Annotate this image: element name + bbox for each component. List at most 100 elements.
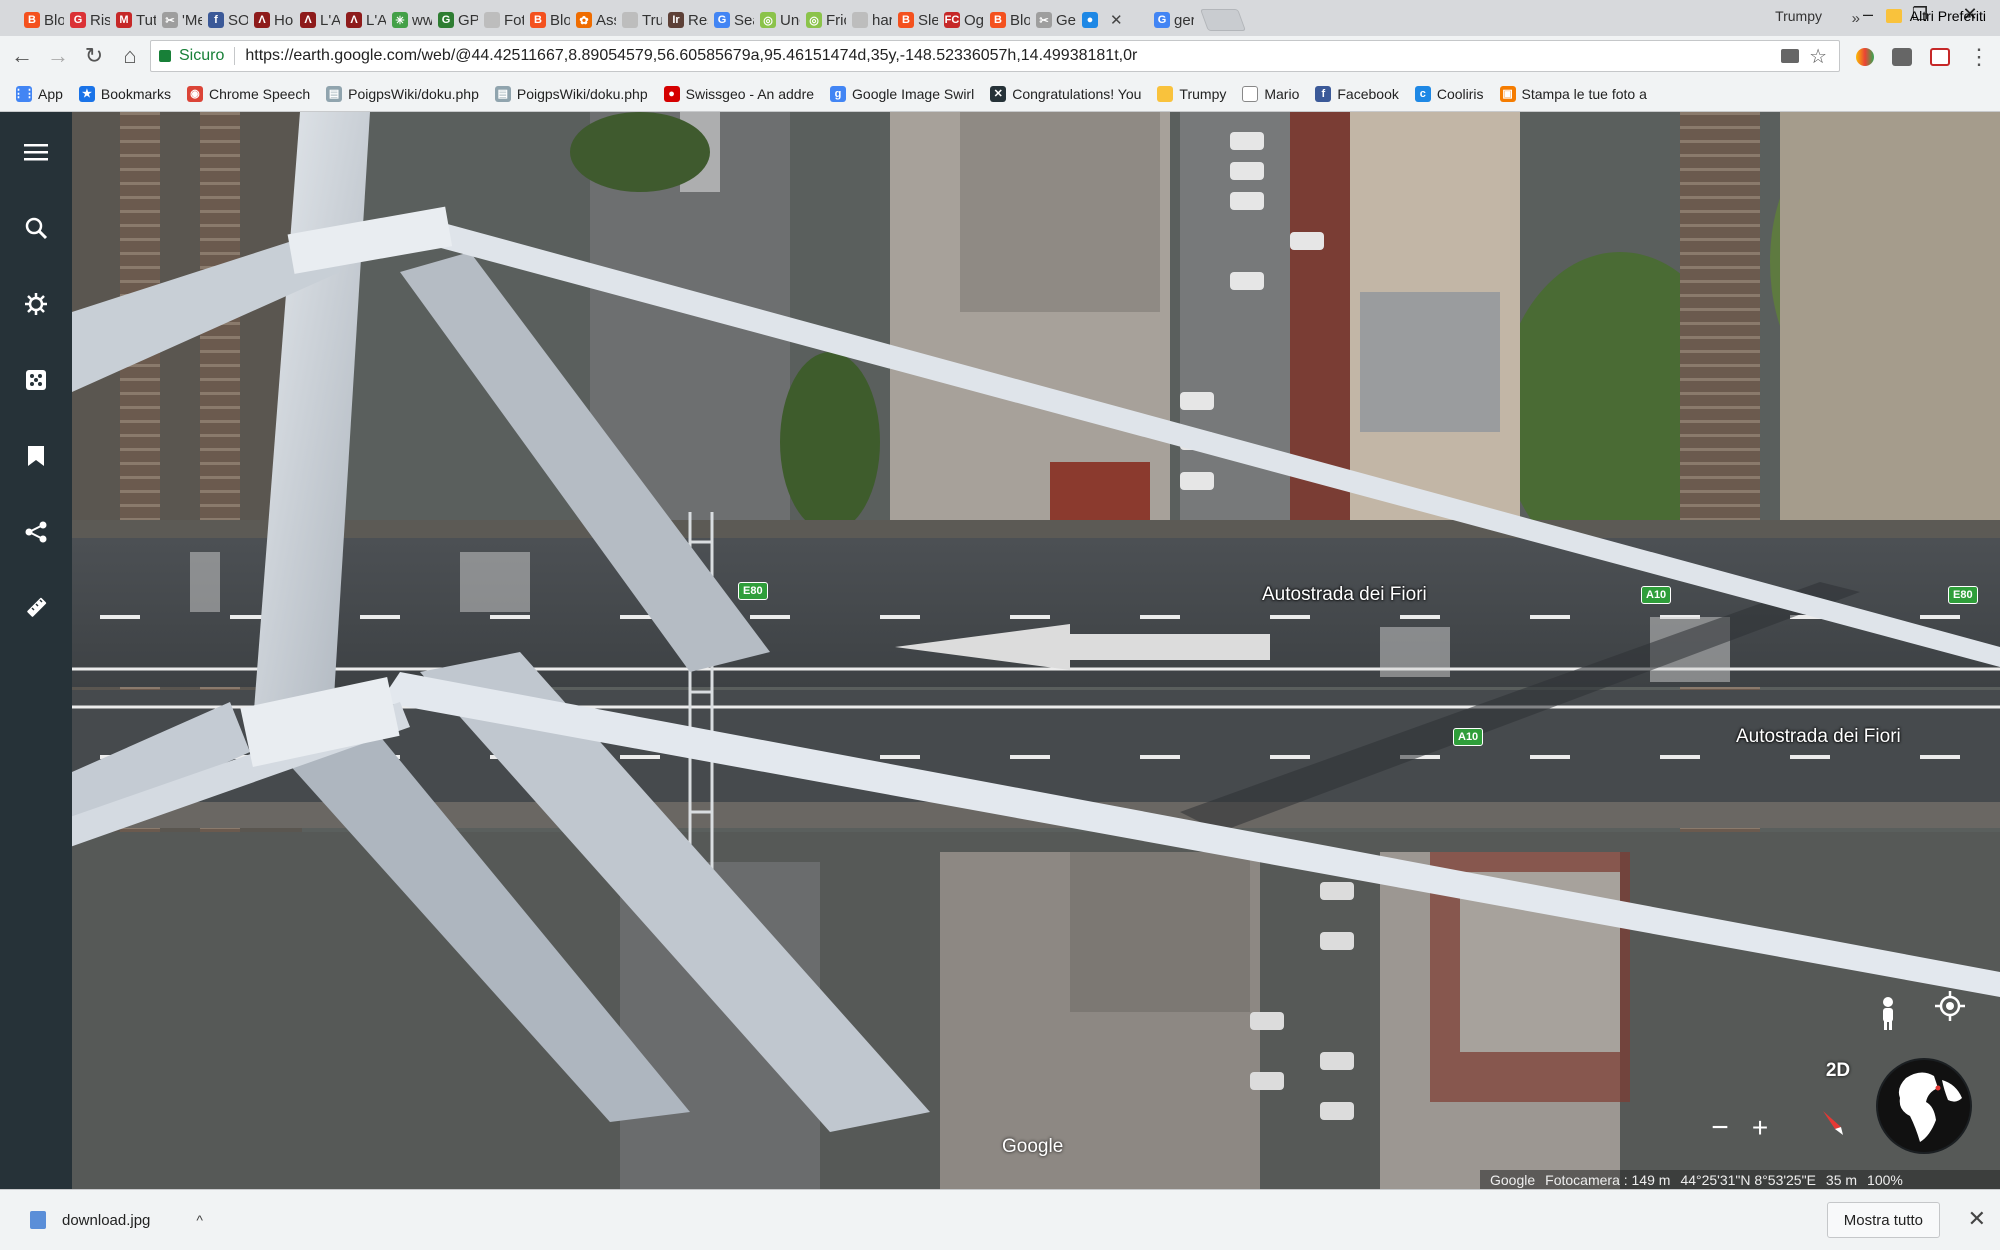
measure-icon[interactable] [22,594,50,622]
shield-a10-lower: A10 [1453,728,1484,746]
bookmark-star-icon[interactable]: ☆ [1809,44,1827,69]
home-icon[interactable]: ⌂ [116,42,144,70]
back-arrow-icon[interactable]: ← [8,42,36,70]
bookmark-item[interactable]: ⋮⋮ App [13,85,63,102]
x-icon: ✕ [990,85,1007,102]
google-icon: g [830,85,847,102]
my-location-icon[interactable] [1932,988,1968,1024]
chevron-up-icon[interactable]: ^ [196,1212,203,1228]
bookmark-item[interactable]: Trumpy [1157,85,1227,102]
zoom-out-button[interactable]: − [1702,1110,1738,1146]
bookmark-label: Facebook [1337,85,1399,102]
download-item[interactable]: download.jpg ^ [30,1211,203,1229]
other-bookmarks[interactable]: Altri Preferiti [1885,8,1986,24]
close-shelf-icon[interactable]: ✕ [1968,1206,1986,1232]
show-all-button[interactable]: Mostra tutto [1826,1202,1940,1238]
page-icon: ▤ [494,85,511,102]
extension-pocket-icon[interactable] [1930,48,1950,66]
menu-icon[interactable] [22,138,50,166]
bookmark-item[interactable]: f Facebook [1315,85,1399,102]
folder-icon [1885,9,1902,23]
tab-favicon-icon: ● [1082,12,1098,28]
road-label-autostrada-lower[interactable]: Autostrada dei Fiori [1736,726,1901,748]
bookmark-label: Cooliris [1436,85,1484,102]
lock-icon [159,50,171,62]
tab-favicon-icon: Ir [668,12,684,28]
tab-favicon-icon: B [898,12,914,28]
tab-favicon-icon: G [438,12,454,28]
reload-icon[interactable]: ↻ [80,42,108,70]
other-bookmarks-label: Altri Preferiti [1909,8,1986,24]
tab-favicon-icon: f [208,12,224,28]
bookmark-item[interactable]: ● Swissgeo - An addre [663,85,814,102]
globe-icon[interactable] [1876,1058,1972,1154]
search-icon[interactable] [22,214,50,242]
bookmark-label: Google Image Swirl [852,85,975,102]
tab-favicon-icon: M [116,12,132,28]
tab-favicon-icon: B [990,12,1006,28]
bookmark-label: Bookmarks [100,85,171,102]
camera-altitude: Fotocamera : 149 m [1545,1171,1671,1188]
toggle-2d-button[interactable]: 2D [1816,1054,1860,1088]
bookmark-item[interactable]: c Cooliris [1414,85,1484,102]
bookmark-item[interactable]: g Google Image Swirl [830,85,975,102]
voyager-icon[interactable] [22,290,50,318]
tab-favicon-icon: FC [944,12,960,28]
tab-favicon-icon: B [24,12,40,28]
shield-e80-right: E80 [1948,586,1978,604]
projects-icon[interactable] [22,442,50,470]
bookmark-label: PoigpsWiki/doku.php [516,85,648,102]
extension-chrome-icon[interactable] [1856,48,1874,66]
bookmark-item[interactable]: ◉ Chrome Speech [186,85,310,102]
profile-name[interactable]: Trumpy [1775,8,1822,24]
page-icon: ▤ [326,85,343,102]
forward-arrow-icon[interactable]: → [44,42,72,70]
bookmark-item[interactable]: ▣ Stampa le tue foto a [1499,85,1647,102]
translate-icon[interactable] [1781,49,1799,63]
omnibox-divider [234,47,236,65]
browser-tab[interactable]: ● ✕ [1068,4,1148,36]
tab-favicon-icon: ✂ [1036,12,1052,28]
compass-icon[interactable] [1812,1102,1852,1142]
shield-a10-upper: A10 [1641,586,1672,604]
folder-icon [1157,85,1174,102]
bookmark-label: App [38,85,63,102]
tab-favicon-icon: Λ [300,12,316,28]
extension-mail-icon[interactable] [1892,48,1912,66]
new-tab-button[interactable] [1199,9,1247,31]
zoom-in-button[interactable]: + [1742,1110,1778,1146]
address-bar[interactable]: Sicuro https://earth.google.com/web/@44.… [150,40,1840,72]
feeling-lucky-icon[interactable] [22,366,50,394]
bookmark-label: Trumpy [1179,85,1227,102]
apps-icon: ⋮⋮ [13,85,35,102]
tab-favicon-icon [852,12,868,28]
bookmark-item[interactable]: ▤ PoigpsWiki/doku.php [494,85,648,102]
tab-favicon-icon: ✿ [576,12,592,28]
bookmark-item[interactable]: ✕ Congratulations! You [990,85,1141,102]
bookmark-item[interactable]: ★ Bookmarks [78,85,171,102]
tab-favicon-icon: ◎ [806,12,822,28]
url-text[interactable]: https://earth.google.com/web/@44.4251166… [245,47,1137,65]
browser-tab[interactable]: Gger [1140,4,1194,36]
aerial-imagery [0,112,2000,1189]
image-file-icon [30,1211,46,1229]
bookmark-item[interactable]: ▤ PoigpsWiki/doku.php [326,85,479,102]
bookmark-label: Stampa le tue foto a [1521,85,1647,102]
bookmarks-overflow-icon[interactable]: » [1852,10,1860,27]
tab-favicon-icon [484,12,500,28]
cooliris-icon: c [1414,85,1431,102]
tab-favicon-icon: Λ [254,12,270,28]
pegman-icon[interactable] [1870,992,1906,1036]
chrome-menu-icon[interactable]: ⋮ [1968,44,1990,70]
bookmark-item[interactable]: Mario [1242,85,1299,102]
loading-readout: 100% [1867,1171,1903,1188]
close-tab-icon[interactable]: ✕ [1110,11,1123,29]
photo-icon: ▣ [1499,85,1516,102]
browser-toolbar: ← → ↻ ⌂ Sicuro https://earth.google.com/… [0,36,2000,76]
page-icon [1242,85,1259,102]
earth-viewport[interactable]: Autostrada dei Fiori Autostrada dei Fior… [0,112,2000,1189]
share-icon[interactable] [22,518,50,546]
tab-favicon-icon [622,12,638,28]
tab-title: ger [1174,11,1194,29]
road-label-autostrada-upper[interactable]: Autostrada dei Fiori [1262,584,1427,606]
